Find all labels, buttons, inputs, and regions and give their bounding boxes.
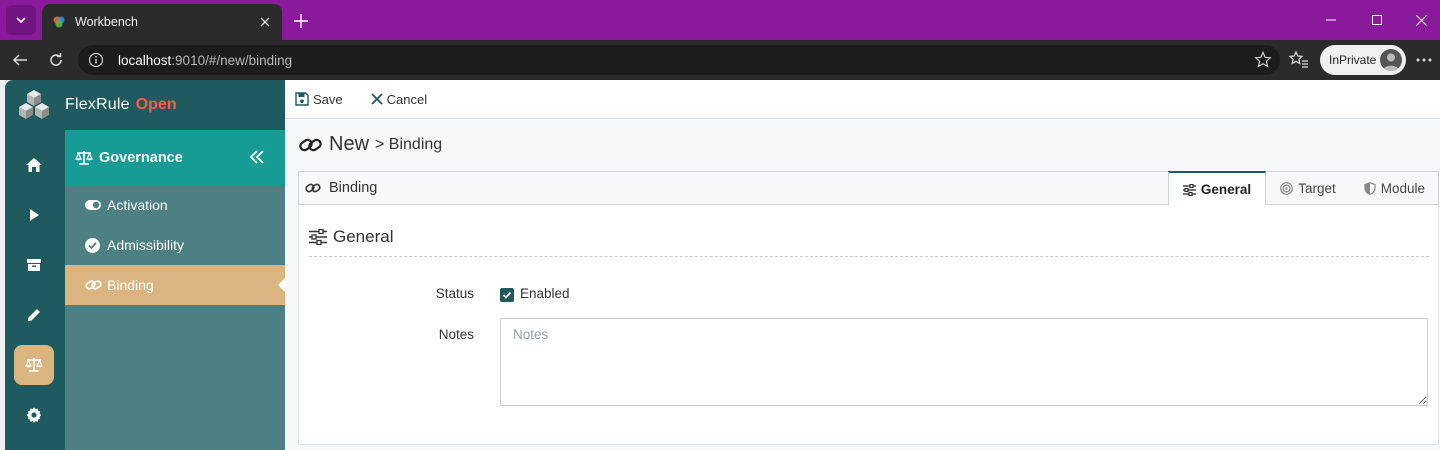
- inprivate-profile-button[interactable]: InPrivate: [1320, 45, 1406, 75]
- favorites-icon[interactable]: [1288, 49, 1310, 71]
- rail-governance-button[interactable]: [14, 345, 54, 385]
- maximize-icon: [1372, 15, 1382, 25]
- section-title: General: [309, 227, 393, 247]
- menu-item-label: Binding: [107, 277, 154, 293]
- floppy-disk-icon: [295, 92, 309, 106]
- tab-actions-button[interactable]: [6, 5, 36, 35]
- check-circle-icon: [85, 237, 103, 253]
- page-title: New > Binding: [299, 133, 442, 156]
- notes-field[interactable]: [500, 318, 1428, 406]
- double-chevron-left-icon[interactable]: [249, 149, 265, 165]
- scale-icon: [25, 358, 43, 372]
- rail-settings-button[interactable]: [14, 395, 54, 435]
- maximize-button[interactable]: [1354, 0, 1400, 40]
- app-window: FlexRule Open Governance Activation Admi…: [0, 80, 1440, 450]
- governance-menu: Governance Activation Admissibility Bind…: [65, 130, 285, 450]
- link-icon: [85, 278, 103, 292]
- cancel-label: Cancel: [386, 91, 428, 107]
- panel-tabs: General Target Module: [1167, 171, 1439, 206]
- save-button[interactable]: Save: [295, 92, 343, 107]
- close-icon: [371, 93, 383, 105]
- menu-item-label: Activation: [107, 197, 168, 213]
- star-icon[interactable]: [1254, 51, 1272, 69]
- refresh-icon: [50, 53, 62, 66]
- refresh-button[interactable]: [44, 48, 68, 72]
- target-icon: [1280, 181, 1294, 195]
- minimize-button[interactable]: [1308, 0, 1354, 40]
- sliders-icon: [309, 229, 327, 245]
- enabled-checkbox-label[interactable]: Enabled: [520, 286, 570, 301]
- cancel-button[interactable]: Cancel: [371, 92, 427, 107]
- checkmark-icon: [502, 291, 512, 299]
- url-text: localhost:9010/#/new/binding: [118, 52, 293, 68]
- more-menu-icon[interactable]: [1414, 50, 1434, 70]
- tab-title: Workbench: [75, 15, 138, 29]
- panel-label: Binding: [305, 180, 377, 196]
- page-title-new: New: [329, 133, 370, 155]
- plus-icon: [294, 14, 308, 28]
- general-panel: General Status Enabled Notes: [298, 205, 1439, 445]
- avatar: [1380, 49, 1402, 71]
- arrow-left-icon: [12, 54, 27, 66]
- shield-icon: [1364, 181, 1376, 195]
- back-button[interactable]: [8, 48, 32, 72]
- home-icon: [26, 158, 42, 172]
- menu-title: Governance: [99, 149, 183, 166]
- brand-bar: FlexRule Open: [5, 80, 285, 130]
- minimize-icon: [1326, 19, 1336, 21]
- tab-module[interactable]: Module: [1350, 171, 1439, 205]
- info-icon[interactable]: [88, 52, 104, 68]
- link-icon: [299, 138, 322, 151]
- close-window-button[interactable]: [1398, 0, 1440, 40]
- close-icon: [1415, 14, 1427, 26]
- sliders-icon: [1182, 183, 1196, 196]
- menu-item-activation[interactable]: Activation: [65, 185, 285, 225]
- inprivate-label: InPrivate: [1329, 53, 1377, 67]
- browser-tab[interactable]: Workbench: [42, 4, 282, 40]
- play-icon: [30, 209, 39, 221]
- main-content: Save Cancel New > Binding Binding Genera…: [285, 80, 1440, 450]
- user-icon: [1383, 53, 1399, 71]
- browser-titlebar: Workbench: [0, 0, 1440, 40]
- panel-header: Binding General Target Module: [298, 171, 1439, 206]
- notes-label: Notes: [438, 327, 474, 342]
- workbench-favicon-icon: [53, 16, 65, 28]
- rail-run-button[interactable]: [14, 195, 54, 235]
- close-tab-icon[interactable]: [258, 15, 272, 29]
- address-bar[interactable]: localhost:9010/#/new/binding: [78, 45, 1280, 75]
- pencil-icon: [27, 309, 40, 322]
- tab-general[interactable]: General: [1167, 171, 1267, 206]
- brand-accent: Open: [135, 96, 177, 113]
- browser-toolbar: localhost:9010/#/new/binding InPrivate: [0, 40, 1440, 80]
- breadcrumb: > Binding: [375, 135, 443, 153]
- gear-icon: [26, 407, 42, 423]
- link-icon: [305, 183, 321, 193]
- status-label: Status: [435, 286, 474, 301]
- menu-item-admissibility[interactable]: Admissibility: [65, 225, 285, 265]
- rail-archive-button[interactable]: [14, 245, 54, 285]
- new-tab-button[interactable]: [290, 10, 312, 32]
- archive-icon: [27, 259, 41, 271]
- flexrule-logo-icon: [19, 90, 49, 119]
- governance-menu-header: Governance: [65, 130, 285, 185]
- chevron-down-icon: [16, 17, 26, 24]
- menu-item-binding[interactable]: Binding: [65, 265, 285, 305]
- rail-edit-button[interactable]: [14, 295, 54, 335]
- tab-target[interactable]: Target: [1266, 171, 1350, 205]
- save-label: Save: [313, 91, 343, 107]
- section-divider: [309, 256, 1429, 257]
- menu-item-label: Admissibility: [107, 237, 185, 253]
- brand-name: FlexRule: [65, 96, 130, 113]
- toggle-icon: [85, 200, 103, 210]
- enabled-checkbox[interactable]: [500, 288, 514, 302]
- icon-rail: [5, 130, 65, 450]
- rail-home-button[interactable]: [14, 145, 54, 185]
- scale-icon: [75, 150, 93, 165]
- action-bar: Save Cancel: [285, 80, 1440, 119]
